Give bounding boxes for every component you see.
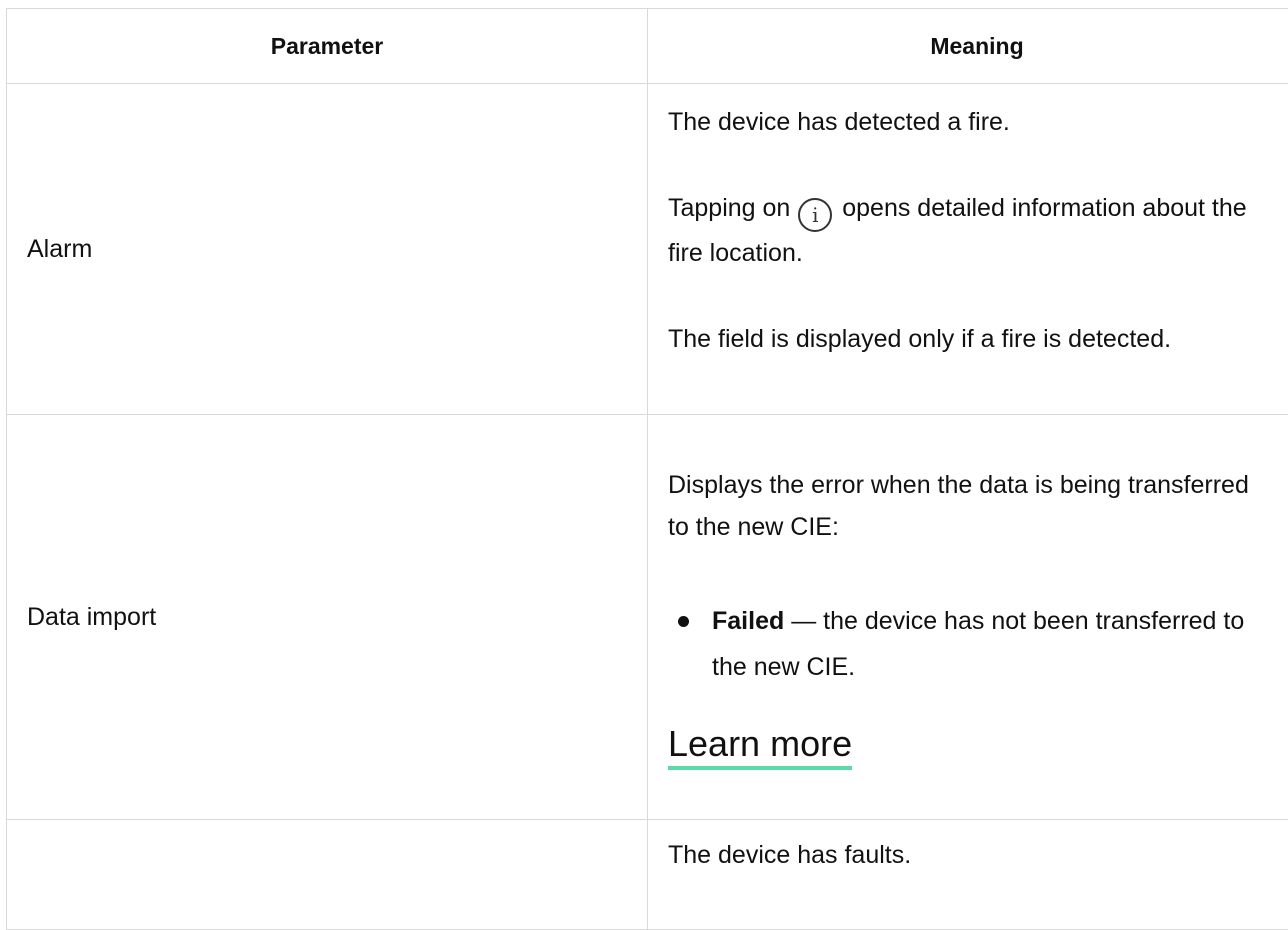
- faults-meaning-text: The device has faults.: [668, 834, 1276, 876]
- alarm-meaning-text-3: The field is displayed only if a fire is…: [668, 318, 1276, 360]
- parameter-cell-faults: [7, 820, 648, 930]
- table-header-row: Parameter Meaning: [7, 9, 1288, 84]
- meaning-cell-data-import: Displays the error when the data is bein…: [648, 415, 1288, 820]
- table-row-data-import: Data import Displays the error when the …: [7, 415, 1288, 820]
- table-row-faults: The device has faults.: [7, 820, 1288, 930]
- alarm-tapping-text: Tapping on: [668, 194, 790, 222]
- info-icon: i: [798, 198, 832, 232]
- failed-label: Failed: [712, 607, 784, 635]
- learn-more-link[interactable]: Learn more: [668, 724, 852, 770]
- data-import-meaning-text: Displays the error when the data is bein…: [668, 464, 1276, 548]
- alarm-meaning-text-2: Tapping on i opens detailed information …: [668, 187, 1276, 274]
- parameter-cell-data-import: Data import: [7, 415, 648, 820]
- failed-description: — the device has not been transferred to…: [712, 607, 1244, 681]
- meaning-cell-alarm: The device has detected a fire. Tapping …: [648, 84, 1288, 415]
- parameter-cell-alarm: Alarm: [7, 84, 648, 415]
- parameters-table: Parameter Meaning Alarm The device has d…: [6, 8, 1288, 930]
- meaning-column-header: Meaning: [648, 9, 1288, 84]
- meaning-cell-faults: The device has faults.: [648, 820, 1288, 930]
- table-row-alarm: Alarm The device has detected a fire. Ta…: [7, 84, 1288, 415]
- list-item-failed: Failed — the device has not been transfe…: [712, 598, 1276, 690]
- parameter-column-header: Parameter: [7, 9, 648, 84]
- data-import-bullet-list: Failed — the device has not been transfe…: [668, 598, 1276, 690]
- alarm-meaning-text-1: The device has detected a fire.: [668, 101, 1276, 143]
- bullet-dot-icon: [678, 616, 689, 627]
